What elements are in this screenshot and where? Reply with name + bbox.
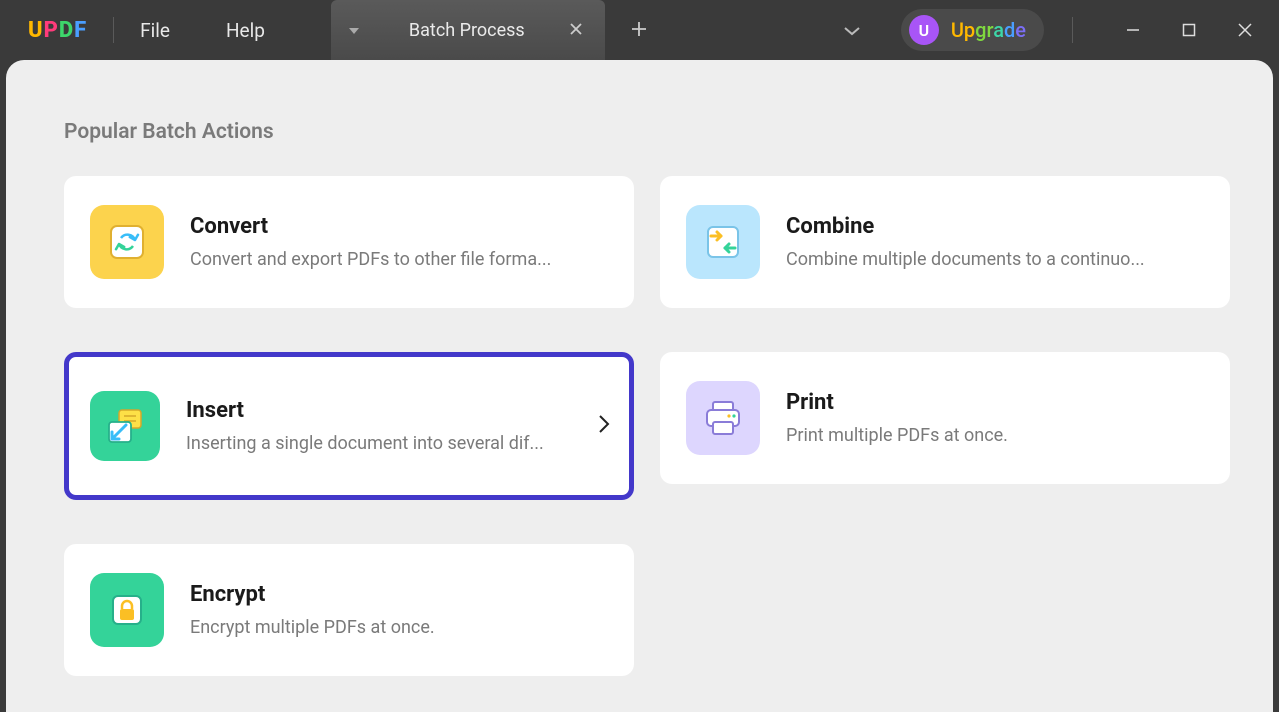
- divider: [1072, 17, 1073, 43]
- card-convert[interactable]: Convert Convert and export PDFs to other…: [64, 176, 634, 308]
- card-title: Convert: [190, 214, 610, 239]
- card-title: Combine: [786, 214, 1206, 239]
- card-description: Combine multiple documents to a continuo…: [786, 249, 1206, 270]
- action-grid: Convert Convert and export PDFs to other…: [64, 176, 1233, 676]
- app-logo: UPDF: [28, 18, 87, 43]
- menu-file[interactable]: File: [140, 19, 170, 42]
- card-title: Encrypt: [190, 582, 610, 607]
- card-body: Convert Convert and export PDFs to other…: [190, 214, 610, 270]
- encrypt-icon: [90, 573, 164, 647]
- card-description: Convert and export PDFs to other file fo…: [190, 249, 610, 270]
- insert-icon: [90, 391, 160, 461]
- tab-batch-process[interactable]: Batch Process: [331, 0, 605, 60]
- upgrade-button[interactable]: U Upgrade: [901, 9, 1044, 51]
- minimize-icon[interactable]: [1119, 22, 1147, 38]
- combine-icon: [686, 205, 760, 279]
- section-title: Popular Batch Actions: [64, 120, 1233, 144]
- card-title: Insert: [186, 398, 588, 423]
- new-tab-button[interactable]: [631, 18, 647, 43]
- upgrade-label: Upgrade: [951, 18, 1026, 42]
- tab-title: Batch Process: [409, 20, 525, 41]
- chevron-down-icon[interactable]: [843, 21, 861, 40]
- convert-icon: [90, 205, 164, 279]
- content-area: Popular Batch Actions Convert Convert an…: [6, 60, 1273, 712]
- card-body: Encrypt Encrypt multiple PDFs at once.: [190, 582, 610, 638]
- right-controls: U Upgrade: [843, 9, 1259, 51]
- chevron-right-icon: [598, 414, 610, 438]
- tab-dropdown-icon[interactable]: [349, 23, 359, 37]
- card-combine[interactable]: Combine Combine multiple documents to a …: [660, 176, 1230, 308]
- print-icon: [686, 381, 760, 455]
- titlebar: UPDF File Help Batch Process U Upgrade: [0, 0, 1279, 60]
- card-encrypt[interactable]: Encrypt Encrypt multiple PDFs at once.: [64, 544, 634, 676]
- divider: [113, 17, 114, 43]
- avatar: U: [909, 15, 939, 45]
- menu-help[interactable]: Help: [226, 19, 265, 42]
- card-insert[interactable]: Insert Inserting a single document into …: [64, 352, 634, 500]
- card-body: Print Print multiple PDFs at once.: [786, 390, 1206, 446]
- card-description: Inserting a single document into several…: [186, 433, 588, 454]
- card-description: Print multiple PDFs at once.: [786, 425, 1206, 446]
- close-icon[interactable]: [565, 20, 587, 41]
- maximize-icon[interactable]: [1175, 23, 1203, 37]
- card-description: Encrypt multiple PDFs at once.: [190, 617, 610, 638]
- card-body: Combine Combine multiple documents to a …: [786, 214, 1206, 270]
- card-title: Print: [786, 390, 1206, 415]
- window-close-icon[interactable]: [1231, 22, 1259, 38]
- card-print[interactable]: Print Print multiple PDFs at once.: [660, 352, 1230, 484]
- card-body: Insert Inserting a single document into …: [186, 398, 588, 454]
